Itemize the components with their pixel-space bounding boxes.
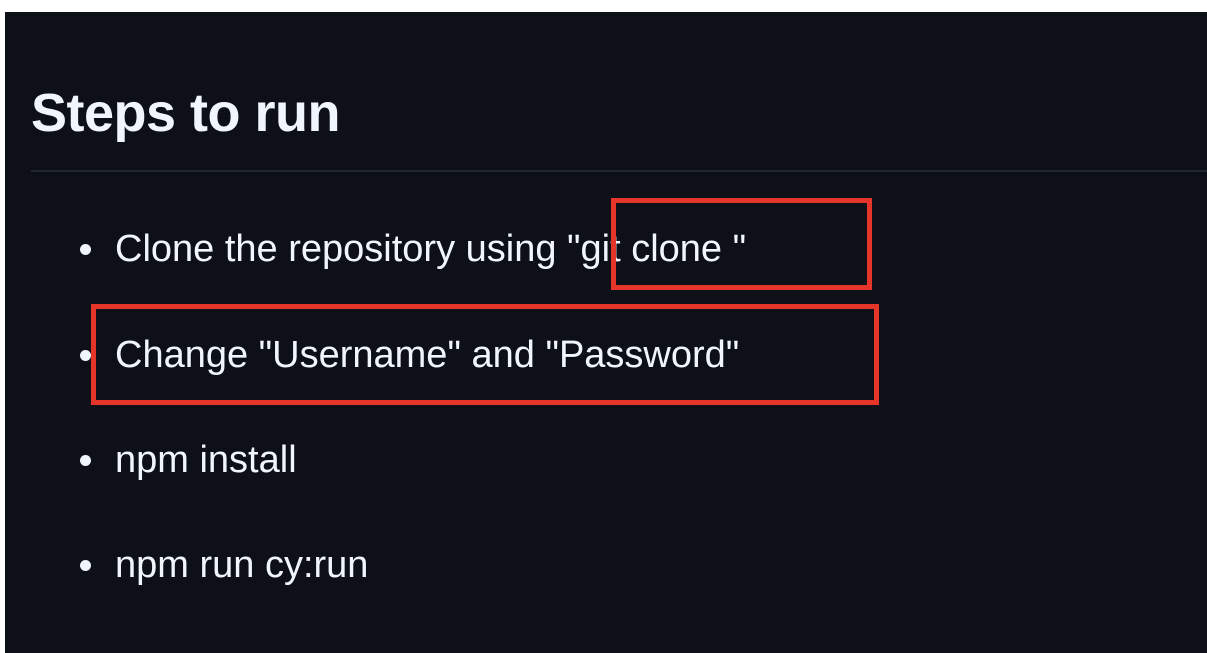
- step-text: Clone the repository using "git clone ": [115, 228, 747, 270]
- heading-divider: [31, 170, 1207, 172]
- readme-panel: Steps to run Clone the repository using …: [5, 12, 1207, 653]
- bullet-icon: [80, 455, 91, 466]
- step-text: Change "Username" and "Password": [115, 334, 740, 376]
- step-text: npm run cy:run: [115, 544, 369, 586]
- bullet-icon: [80, 244, 91, 255]
- section-heading: Steps to run: [31, 83, 341, 143]
- bullet-icon: [80, 560, 91, 571]
- bullet-icon: [80, 350, 91, 361]
- step-text: npm install: [115, 439, 297, 481]
